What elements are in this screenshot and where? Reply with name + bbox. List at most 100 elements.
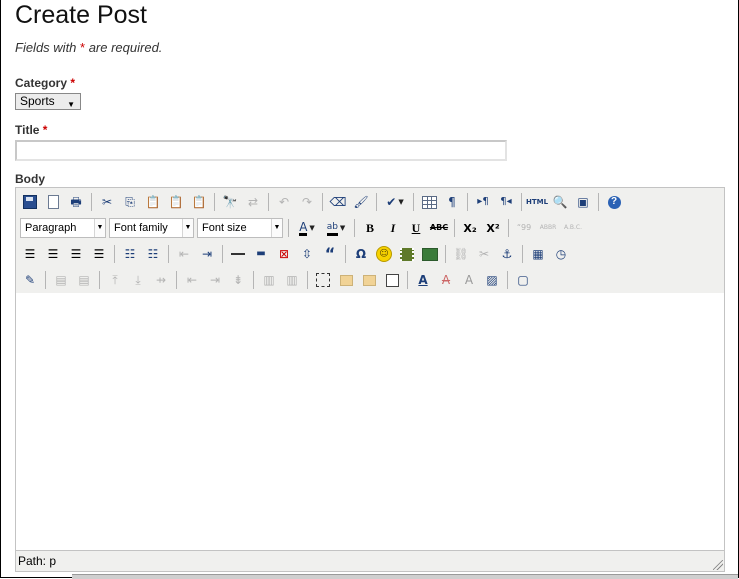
outdent-button[interactable]: ⇤	[174, 244, 194, 264]
toolbar-separator	[253, 271, 254, 289]
split-cells-icon: ▥	[263, 273, 275, 287]
delete-col-button[interactable]: ⇟	[228, 270, 248, 290]
text-color-button[interactable]: A ▼	[294, 218, 320, 238]
table-row-props-button[interactable]: ▤	[51, 270, 71, 290]
copy-button[interactable]: ⎘	[120, 192, 140, 212]
subscript-button[interactable]: X₂	[460, 218, 480, 238]
undo-button[interactable]: ↶	[274, 192, 294, 212]
attributes-button[interactable]: A	[459, 270, 479, 290]
table-cell-props-button[interactable]: ▤	[74, 270, 94, 290]
merge-cells-button[interactable]: ▥	[282, 270, 302, 290]
abbr-button[interactable]: ABBR	[537, 218, 559, 238]
indent-button[interactable]: ⇥	[197, 244, 217, 264]
edit-css-button[interactable]: ✎	[20, 270, 40, 290]
editor-content-area[interactable]	[16, 293, 724, 550]
split-cells-button[interactable]: ▥	[259, 270, 279, 290]
strike-style-button[interactable]: A	[436, 270, 456, 290]
title-label: Title *	[15, 123, 48, 137]
chevron-down-icon: ▼	[398, 197, 404, 206]
spellcheck-button[interactable]: ✔ ▼	[382, 192, 408, 212]
col-before-button[interactable]: ⇤	[182, 270, 202, 290]
visual-chars-button[interactable]: ▢	[513, 270, 533, 290]
strikethrough-button[interactable]: ABC	[429, 218, 449, 238]
acronym-button[interactable]: A.B.C.	[562, 218, 584, 238]
rtl-button[interactable]: ¶◂	[496, 192, 516, 212]
cut-button[interactable]: ✂	[97, 192, 117, 212]
move-forward-button[interactable]	[336, 270, 356, 290]
calendar-icon: ▦	[532, 247, 544, 261]
cite-button[interactable]: “99	[514, 218, 534, 238]
delete-row-button[interactable]: ⇸	[151, 270, 171, 290]
horizontal-scrollbar[interactable]	[72, 574, 738, 579]
move-backward-button[interactable]	[359, 270, 379, 290]
blockquote-button[interactable]: “	[320, 244, 340, 264]
toolbar-separator	[454, 219, 455, 237]
insert-date-button[interactable]: ▦	[528, 244, 548, 264]
font-family-select[interactable]: Font family ▼	[109, 218, 194, 238]
numbered-list-button[interactable]: ☷	[143, 244, 163, 264]
paste-text-button[interactable]: 📋	[166, 192, 186, 212]
unlink-button[interactable]: ✂	[474, 244, 494, 264]
styles-button[interactable]: A	[413, 270, 433, 290]
align-left-button[interactable]: ☰	[20, 244, 40, 264]
replace-button[interactable]: ⇄	[243, 192, 263, 212]
redo-button[interactable]: ↷	[297, 192, 317, 212]
insert-layer-button[interactable]	[313, 270, 333, 290]
category-select[interactable]: Sports ▼	[15, 93, 81, 110]
clean-up-button[interactable]: ⌫	[328, 192, 348, 212]
align-center-button[interactable]: ☰	[43, 244, 63, 264]
format-select[interactable]: Paragraph ▼	[20, 218, 106, 238]
ltr-button[interactable]: ▸¶	[473, 192, 493, 212]
find-button[interactable]: 🔭	[220, 192, 240, 212]
film-icon	[400, 247, 414, 261]
remove-format-button[interactable]: 🖌	[351, 192, 371, 212]
align-right-button[interactable]: ☰	[66, 244, 86, 264]
superscript-button[interactable]: X²	[483, 218, 503, 238]
insert-time-button[interactable]: ◷	[551, 244, 571, 264]
paste-word-button[interactable]: 📋	[189, 192, 209, 212]
underline-button[interactable]: U	[406, 218, 426, 238]
horizontal-rule-button[interactable]	[228, 244, 248, 264]
html-source-button[interactable]: HTML	[525, 192, 549, 212]
dropdown-arrow-icon: ▼	[67, 100, 75, 109]
new-document-button[interactable]	[43, 192, 63, 212]
italic-button[interactable]: I	[383, 218, 403, 238]
resize-grip-icon[interactable]	[713, 560, 723, 570]
emoticons-button[interactable]: ☺	[374, 244, 394, 264]
save-button[interactable]	[20, 192, 40, 212]
show-invisible-button[interactable]: ¶	[442, 192, 462, 212]
toolbar-separator	[413, 193, 414, 211]
chevron-down-icon: ▼	[309, 223, 315, 232]
bullet-list-button[interactable]: ☷	[120, 244, 140, 264]
advanced-hr-button[interactable]: ▬	[251, 244, 271, 264]
preview-button[interactable]: 🔍	[550, 192, 570, 212]
template-button[interactable]: ▨	[482, 270, 502, 290]
page-break-button[interactable]: ⇳	[297, 244, 317, 264]
anchor-button[interactable]: ⚓	[497, 244, 517, 264]
toolbar-separator	[268, 193, 269, 211]
bold-button[interactable]: B	[360, 218, 380, 238]
link-button[interactable]: ⛓	[451, 244, 471, 264]
fullscreen-button[interactable]: ▣	[573, 192, 593, 212]
toolbar-row-1: 🖶 ✂ ⎘ 📋 📋 📋 🔭 ⇄ ↶ ↷ ⌫ 🖌 ✔ ▼ ¶ ▸¶ ¶◂ HTML…	[20, 191, 627, 213]
row-before-button[interactable]: ⤒	[105, 270, 125, 290]
insert-table-button[interactable]	[419, 192, 439, 212]
image-icon	[422, 247, 438, 261]
col-after-button[interactable]: ⇥	[205, 270, 225, 290]
media-button[interactable]	[397, 244, 417, 264]
absolute-button[interactable]	[382, 270, 402, 290]
paste-button[interactable]: 📋	[143, 192, 163, 212]
print-button[interactable]: 🖶	[66, 192, 86, 212]
help-button[interactable]: ?	[604, 192, 624, 212]
row-after-button[interactable]: ⤓	[128, 270, 148, 290]
toolbar-row-2: Paragraph ▼ Font family ▼ Font size ▼ A ▼ ab…	[20, 217, 587, 239]
highlight-color-button[interactable]: ab ▼	[323, 218, 349, 238]
insert-image-button[interactable]	[420, 244, 440, 264]
special-char-button[interactable]: Ω	[351, 244, 371, 264]
toolbar-separator	[322, 193, 323, 211]
html-icon: HTML	[525, 197, 549, 206]
visual-aid-button[interactable]: ⊠	[274, 244, 294, 264]
title-input[interactable]	[15, 140, 507, 161]
font-size-select[interactable]: Font size ▼	[197, 218, 283, 238]
align-justify-button[interactable]: ☰	[89, 244, 109, 264]
